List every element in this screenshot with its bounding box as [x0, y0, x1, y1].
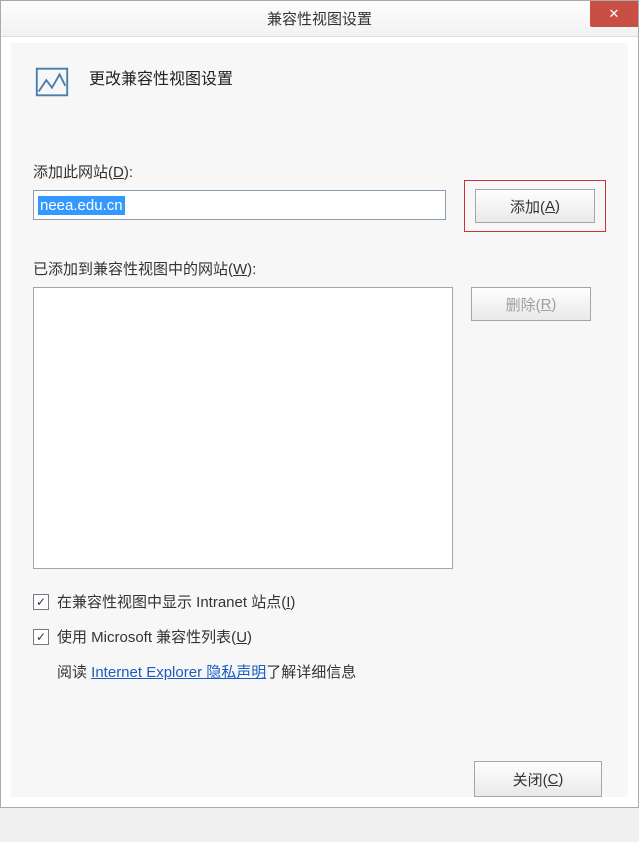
intranet-checkbox-row: 在兼容性视图中显示 Intranet 站点(I) [33, 591, 606, 612]
mslist-checkbox[interactable] [33, 629, 49, 645]
add-site-input[interactable]: neea.edu.cn [33, 190, 446, 220]
add-site-label-post: ): [124, 164, 133, 181]
mslist-label-pre: 使用 Microsoft 兼容性列表( [57, 629, 236, 646]
close-button-pre: 关闭( [513, 769, 548, 790]
intranet-label-post: ) [290, 594, 295, 611]
mslist-checkbox-label: 使用 Microsoft 兼容性列表(U) [57, 626, 252, 647]
add-button-pre: 添加( [510, 196, 545, 217]
added-list-label: 已添加到兼容性视图中的网站(W): [33, 258, 606, 279]
remove-button[interactable]: 删除(R) [471, 287, 591, 321]
add-button-key: A [545, 198, 555, 215]
add-button-post: ) [555, 198, 560, 215]
intranet-checkbox[interactable] [33, 594, 49, 610]
footer: 关闭(C) [474, 761, 602, 797]
header-row: 更改兼容性视图设置 [33, 63, 606, 101]
add-site-row: neea.edu.cn 添加(A) [33, 190, 606, 232]
titlebar: 兼容性视图设置 ✕ [1, 1, 638, 37]
add-site-label-pre: 添加此网站( [33, 164, 113, 181]
mslist-checkbox-row: 使用 Microsoft 兼容性列表(U) [33, 626, 606, 647]
close-button[interactable]: 关闭(C) [474, 761, 602, 797]
privacy-pre: 阅读 [57, 664, 91, 681]
intranet-label-pre: 在兼容性视图中显示 Intranet 站点( [57, 594, 286, 611]
add-site-input-value: neea.edu.cn [38, 196, 125, 215]
dialog-window: 兼容性视图设置 ✕ 更改兼容性视图设置 添加此网站(D): neea.edu.c… [0, 0, 639, 808]
added-list-row: 删除(R) [33, 287, 606, 591]
remove-button-key: R [541, 296, 552, 313]
close-icon[interactable]: ✕ [590, 1, 638, 27]
mslist-label-key: U [236, 629, 247, 646]
added-sites-listbox[interactable] [33, 287, 453, 569]
add-button[interactable]: 添加(A) [475, 189, 595, 223]
close-button-key: C [548, 771, 559, 788]
intranet-checkbox-label: 在兼容性视图中显示 Intranet 站点(I) [57, 591, 295, 612]
privacy-row: 阅读 Internet Explorer 隐私声明了解详细信息 [57, 661, 606, 682]
added-list-label-key: W [233, 261, 247, 278]
header-title: 更改兼容性视图设置 [89, 65, 233, 89]
added-list-label-pre: 已添加到兼容性视图中的网站( [33, 261, 233, 278]
remove-button-pre: 删除( [506, 294, 541, 315]
dialog-content: 更改兼容性视图设置 添加此网站(D): neea.edu.cn 添加(A) 已添… [1, 37, 638, 807]
add-button-highlight: 添加(A) [464, 180, 606, 232]
add-site-label-key: D [113, 164, 124, 181]
compat-view-icon [33, 63, 71, 101]
mslist-label-post: ) [247, 629, 252, 646]
privacy-post: 了解详细信息 [266, 664, 356, 681]
close-button-post: ) [558, 771, 563, 788]
added-list-label-post: ): [247, 261, 256, 278]
privacy-link[interactable]: Internet Explorer 隐私声明 [91, 664, 266, 681]
window-title: 兼容性视图设置 [1, 8, 638, 29]
remove-button-post: ) [551, 296, 556, 313]
add-site-label: 添加此网站(D): [33, 161, 606, 182]
